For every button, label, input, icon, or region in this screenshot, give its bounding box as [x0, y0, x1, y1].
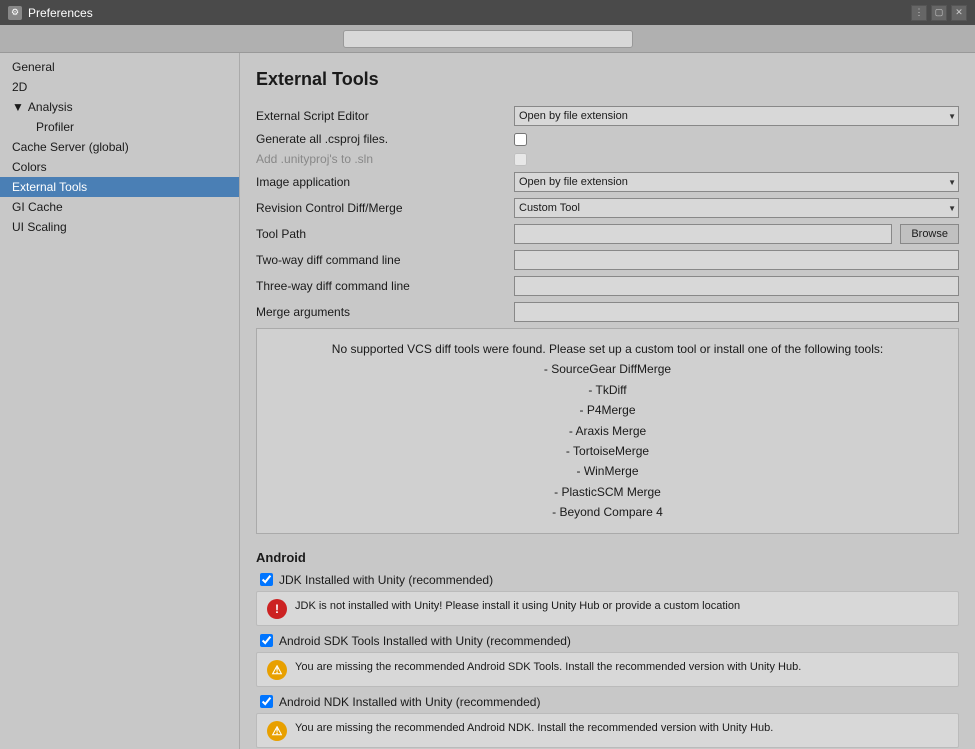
info-tool-8: - Beyond Compare 4	[552, 505, 663, 519]
android-sdk-warning-text: You are missing the recommended Android …	[295, 659, 801, 676]
more-icon[interactable]: ⋮	[911, 5, 927, 21]
info-line1: No supported VCS diff tools were found. …	[332, 342, 883, 356]
info-tool-4: - Araxis Merge	[569, 424, 646, 438]
sidebar-item-external-tools[interactable]: External Tools	[0, 177, 239, 197]
info-tool-2: - TkDiff	[588, 383, 626, 397]
jdk-error-text: JDK is not installed with Unity! Please …	[295, 598, 740, 615]
merge-arguments-row: Merge arguments	[256, 302, 959, 322]
revision-control-label: Revision Control Diff/Merge	[256, 201, 506, 215]
tool-path-input[interactable]	[514, 224, 892, 244]
android-sdk-checkbox[interactable]	[260, 634, 273, 647]
main-area: General 2D ▼ Analysis Profiler Cache Ser…	[0, 53, 975, 749]
jdk-checkbox[interactable]	[260, 573, 273, 586]
close-icon[interactable]: ✕	[951, 5, 967, 21]
search-bar	[0, 25, 975, 53]
info-tool-6: - WinMerge	[576, 464, 638, 478]
window-title: Preferences	[28, 6, 93, 20]
sidebar-group-analysis[interactable]: ▼ Analysis	[0, 97, 239, 117]
image-application-dropdown[interactable]: Open by file extension ▼	[514, 172, 959, 192]
android-ndk-checkbox[interactable]	[260, 695, 273, 708]
image-application-select[interactable]: Open by file extension	[514, 172, 959, 192]
sidebar-item-cache-server[interactable]: Cache Server (global)	[0, 137, 239, 157]
jdk-checkbox-label: JDK Installed with Unity (recommended)	[279, 573, 493, 587]
sidebar-item-2d[interactable]: 2D	[0, 77, 239, 97]
info-box: No supported VCS diff tools were found. …	[256, 328, 959, 534]
android-sdk-checkbox-row: Android SDK Tools Installed with Unity (…	[256, 634, 959, 648]
info-tool-1: - SourceGear DiffMerge	[544, 362, 671, 376]
tool-path-label: Tool Path	[256, 227, 506, 241]
sidebar-item-gi-cache[interactable]: GI Cache	[0, 197, 239, 217]
android-sdk-checkbox-label: Android SDK Tools Installed with Unity (…	[279, 634, 571, 648]
three-way-diff-input[interactable]	[514, 276, 959, 296]
external-script-editor-select[interactable]: Open by file extension	[514, 106, 959, 126]
app-icon: ⚙	[8, 6, 22, 20]
android-ndk-warning-box: ⚠ You are missing the recommended Androi…	[256, 713, 959, 748]
external-script-editor-dropdown[interactable]: Open by file extension ▼	[514, 106, 959, 126]
window-icon[interactable]: ▢	[931, 5, 947, 21]
sidebar: General 2D ▼ Analysis Profiler Cache Ser…	[0, 53, 240, 749]
android-sdk-warning-box: ⚠ You are missing the recommended Androi…	[256, 652, 959, 687]
add-unityproj-label: Add .unityproj's to .sln	[256, 152, 506, 166]
two-way-diff-input[interactable]	[514, 250, 959, 270]
image-application-label: Image application	[256, 175, 506, 189]
info-tool-7: - PlasticSCM Merge	[554, 485, 661, 499]
revision-control-dropdown[interactable]: Custom Tool ▼	[514, 198, 959, 218]
android-section-title: Android	[256, 550, 959, 565]
title-bar: ⚙ Preferences ⋮ ▢ ✕	[0, 0, 975, 25]
tool-path-row: Tool Path Browse	[256, 224, 959, 244]
external-script-editor-row: External Script Editor Open by file exte…	[256, 106, 959, 126]
content-area: External Tools External Script Editor Op…	[240, 53, 975, 749]
sidebar-item-general[interactable]: General	[0, 57, 239, 77]
generate-csproj-label: Generate all .csproj files.	[256, 132, 506, 146]
generate-csproj-checkbox[interactable]	[514, 133, 527, 146]
error-icon: !	[267, 599, 287, 619]
warning-icon-ndk: ⚠	[267, 721, 287, 741]
window-controls: ⋮ ▢ ✕	[911, 5, 967, 21]
external-script-editor-label: External Script Editor	[256, 109, 506, 123]
info-tool-5: - TortoiseMerge	[566, 444, 649, 458]
add-unityproj-row: Add .unityproj's to .sln	[256, 152, 959, 166]
image-application-row: Image application Open by file extension…	[256, 172, 959, 192]
android-ndk-checkbox-row: Android NDK Installed with Unity (recomm…	[256, 695, 959, 709]
two-way-diff-label: Two-way diff command line	[256, 253, 506, 267]
page-title: External Tools	[256, 69, 959, 90]
sidebar-item-ui-scaling[interactable]: UI Scaling	[0, 217, 239, 237]
add-unityproj-checkbox[interactable]	[514, 153, 527, 166]
android-ndk-warning-text: You are missing the recommended Android …	[295, 720, 773, 737]
revision-control-select[interactable]: Custom Tool	[514, 198, 959, 218]
jdk-error-box: ! JDK is not installed with Unity! Pleas…	[256, 591, 959, 626]
info-tool-3: - P4Merge	[579, 403, 635, 417]
three-way-diff-row: Three-way diff command line	[256, 276, 959, 296]
sidebar-item-profiler[interactable]: Profiler	[0, 117, 239, 137]
three-way-diff-label: Three-way diff command line	[256, 279, 506, 293]
search-input[interactable]	[343, 30, 633, 48]
merge-arguments-label: Merge arguments	[256, 305, 506, 319]
sidebar-item-colors[interactable]: Colors	[0, 157, 239, 177]
tool-path-browse-button[interactable]: Browse	[900, 224, 959, 244]
generate-csproj-row: Generate all .csproj files.	[256, 132, 959, 146]
warning-icon-sdk: ⚠	[267, 660, 287, 680]
jdk-checkbox-row: JDK Installed with Unity (recommended)	[256, 573, 959, 587]
android-ndk-checkbox-label: Android NDK Installed with Unity (recomm…	[279, 695, 540, 709]
revision-control-row: Revision Control Diff/Merge Custom Tool …	[256, 198, 959, 218]
two-way-diff-row: Two-way diff command line	[256, 250, 959, 270]
triangle-icon: ▼	[12, 100, 24, 114]
merge-arguments-input[interactable]	[514, 302, 959, 322]
